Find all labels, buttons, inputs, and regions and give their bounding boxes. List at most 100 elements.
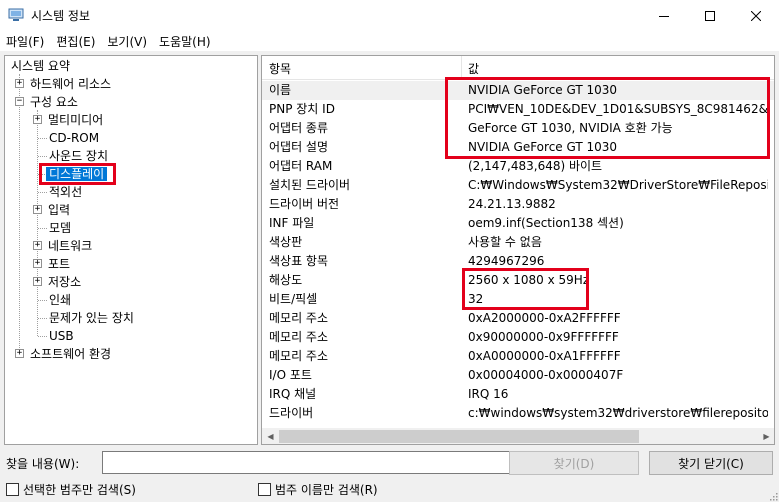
row-value: NVIDIA GeForce GT 1030 — [468, 140, 618, 154]
row-item: 색상판 — [269, 235, 303, 249]
menu-file[interactable]: 파일(F) — [0, 31, 50, 51]
menu-edit[interactable]: 편집(E) — [50, 31, 101, 51]
maximize-button[interactable] — [687, 0, 733, 31]
tree-item-input[interactable]: 입력 — [48, 201, 70, 219]
tree-item-modem[interactable]: 모뎀 — [49, 219, 71, 237]
table-row[interactable]: 어댑터 RAM (2,147,483,648) 바이트 — [262, 157, 774, 176]
table-row[interactable]: 어댑터 종류 GeForce GT 1030, NVIDIA 호환 가능 — [262, 119, 774, 138]
row-item: I/O 포트 — [269, 368, 312, 382]
find-button[interactable]: 찾기(D) — [509, 451, 639, 475]
expand-plus-icon[interactable]: + — [33, 115, 42, 124]
expand-plus-icon[interactable]: + — [15, 79, 24, 88]
close-button[interactable] — [733, 0, 779, 31]
tree-item-label-selected: 디스플레이 — [46, 167, 108, 181]
tree-item-label: 인쇄 — [49, 293, 72, 307]
row-value: 0xA2000000-0xA2FFFFFF — [468, 311, 621, 325]
row-item: 메모리 주소 — [269, 311, 329, 325]
tree-item-components[interactable]: 구성 요소 — [30, 93, 78, 111]
title-bar: 시스템 정보 — [0, 0, 779, 31]
row-item: 드라이버 버전 — [269, 197, 340, 211]
scroll-left-arrow-icon[interactable]: ◀ — [262, 428, 279, 444]
search-selected-category-checkbox[interactable]: 선택한 범주만 검색(S) — [6, 481, 136, 498]
tree-item-hardware-resources[interactable]: 하드웨어 리소스 — [30, 75, 111, 93]
checkbox-box[interactable] — [6, 483, 19, 496]
table-row[interactable]: PNP 장치 ID PCI₩VEN_10DE&DEV_1D01&SUBSYS_8C… — [262, 100, 774, 119]
checkbox-box[interactable] — [258, 483, 271, 496]
resize-grip-icon[interactable] — [768, 491, 778, 501]
expand-plus-icon[interactable]: + — [33, 259, 42, 268]
tree-item-display[interactable]: 디스플레이 — [46, 165, 108, 183]
table-row[interactable]: 드라이버 c:₩windows₩system32₩driverstore₩file… — [262, 404, 774, 423]
tree-item-label: 입력 — [48, 203, 71, 217]
window-title: 시스템 정보 — [31, 9, 91, 23]
row-item: PNP 장치 ID — [269, 102, 335, 116]
menu-help[interactable]: 도움말(H) — [153, 31, 217, 51]
tree-item-problem-devices[interactable]: 문제가 있는 장치 — [49, 309, 134, 327]
row-item: 어댑터 종류 — [269, 121, 329, 135]
tree-item-software-environment[interactable]: 소프트웨어 환경 — [30, 345, 111, 363]
collapse-minus-icon[interactable]: − — [15, 97, 24, 106]
tree-item-label: 하드웨어 리소스 — [30, 77, 112, 91]
scroll-right-arrow-icon[interactable]: ▶ — [758, 428, 774, 444]
tree-item-label: 시스템 요약 — [11, 59, 71, 73]
tree-item-label: 모뎀 — [49, 221, 72, 235]
menu-view[interactable]: 보기(V) — [101, 31, 153, 51]
table-row[interactable]: 색상표 항목 4294967296 — [262, 252, 774, 271]
tree-item-label: 포트 — [48, 257, 71, 271]
find-label: 찾을 내용(W): — [6, 457, 80, 471]
table-row[interactable]: INF 파일 oem9.inf(Section138 섹션) — [262, 214, 774, 233]
table-row[interactable]: I/O 포트 0x00004000-0x0000407F — [262, 366, 774, 385]
tree-item-storage[interactable]: 저장소 — [48, 273, 81, 291]
row-value: PCI₩VEN_10DE&DEV_1D01&SUBSYS_8C981462&RE… — [468, 102, 768, 116]
tree-item-cdrom[interactable]: CD-ROM — [49, 129, 99, 147]
tree-item-system-summary[interactable]: 시스템 요약 — [11, 57, 70, 75]
row-value: 0xA0000000-0xA1FFFFFF — [468, 349, 621, 363]
minimize-button[interactable] — [641, 0, 687, 31]
expand-plus-icon[interactable]: + — [15, 349, 24, 358]
checkbox-label: 범주 이름만 검색(R) — [275, 483, 378, 497]
table-row[interactable]: IRQ 채널 IRQ 16 — [262, 385, 774, 404]
row-item: 어댑터 설명 — [269, 140, 329, 154]
tree-item-label: 네트워크 — [48, 239, 93, 253]
table-row[interactable]: 해상도 2560 x 1080 x 59Hz — [262, 271, 774, 290]
tree-item-printing[interactable]: 인쇄 — [49, 291, 71, 309]
tree-item-ports[interactable]: 포트 — [48, 255, 70, 273]
table-row[interactable]: 어댑터 설명 NVIDIA GeForce GT 1030 — [262, 138, 774, 157]
search-category-names-checkbox[interactable]: 범주 이름만 검색(R) — [258, 481, 378, 498]
table-row[interactable]: 설치된 드라이버 C:₩Windows₩System32₩DriverStore₩… — [262, 176, 774, 195]
table-row[interactable]: 메모리 주소 0x90000000-0x9FFFFFFF — [262, 328, 774, 347]
close-find-button[interactable]: 찾기 닫기(C) — [649, 451, 773, 475]
checkbox-label: 선택한 범주만 검색(S) — [23, 483, 136, 497]
expand-plus-icon[interactable]: + — [33, 205, 42, 214]
tree-item-usb[interactable]: USB — [49, 327, 74, 345]
column-separator[interactable] — [461, 56, 462, 80]
table-row[interactable]: 드라이버 버전 24.21.13.9882 — [262, 195, 774, 214]
tree-item-infrared[interactable]: 적외선 — [49, 183, 82, 201]
tree-item-multimedia[interactable]: 멀티미디어 — [48, 111, 103, 129]
table-row[interactable]: 색상판 사용할 수 없음 — [262, 233, 774, 252]
column-header-value[interactable]: 값 — [468, 60, 479, 77]
column-header-item[interactable]: 항목 — [269, 60, 291, 77]
scrollbar-thumb[interactable] — [279, 430, 639, 443]
expand-plus-icon[interactable]: + — [33, 241, 42, 250]
category-tree[interactable]: 시스템 요약 + 하드웨어 리소스 − 구성 요소 + 멀티미디어 CD-ROM… — [4, 55, 258, 445]
tree-connector — [38, 228, 47, 229]
table-row[interactable]: 메모리 주소 0xA0000000-0xA1FFFFFF — [262, 347, 774, 366]
tree-item-label: 멀티미디어 — [48, 113, 104, 127]
tree-connector — [38, 318, 47, 319]
row-value: IRQ 16 — [468, 387, 509, 401]
horizontal-scrollbar[interactable]: ◀ ▶ — [262, 428, 774, 444]
table-row[interactable]: 메모리 주소 0xA2000000-0xA2FFFFFF — [262, 309, 774, 328]
table-row[interactable]: 비트/픽셀 32 — [262, 290, 774, 309]
expand-plus-icon[interactable]: + — [33, 277, 42, 286]
tree-connector — [38, 300, 47, 301]
table-row[interactable]: 이름 NVIDIA GeForce GT 1030 — [262, 81, 774, 100]
row-item: 비트/픽셀 — [269, 292, 318, 306]
details-list[interactable]: 항목 값 이름 NVIDIA GeForce GT 1030 PNP 장치 ID P… — [261, 55, 775, 445]
tree-connector — [38, 156, 47, 157]
tree-item-network[interactable]: 네트워크 — [48, 237, 92, 255]
row-item: 메모리 주소 — [269, 349, 329, 363]
tree-item-sound-device[interactable]: 사운드 장치 — [49, 147, 108, 165]
tree-connector — [38, 174, 45, 175]
minimize-icon — [659, 15, 669, 17]
